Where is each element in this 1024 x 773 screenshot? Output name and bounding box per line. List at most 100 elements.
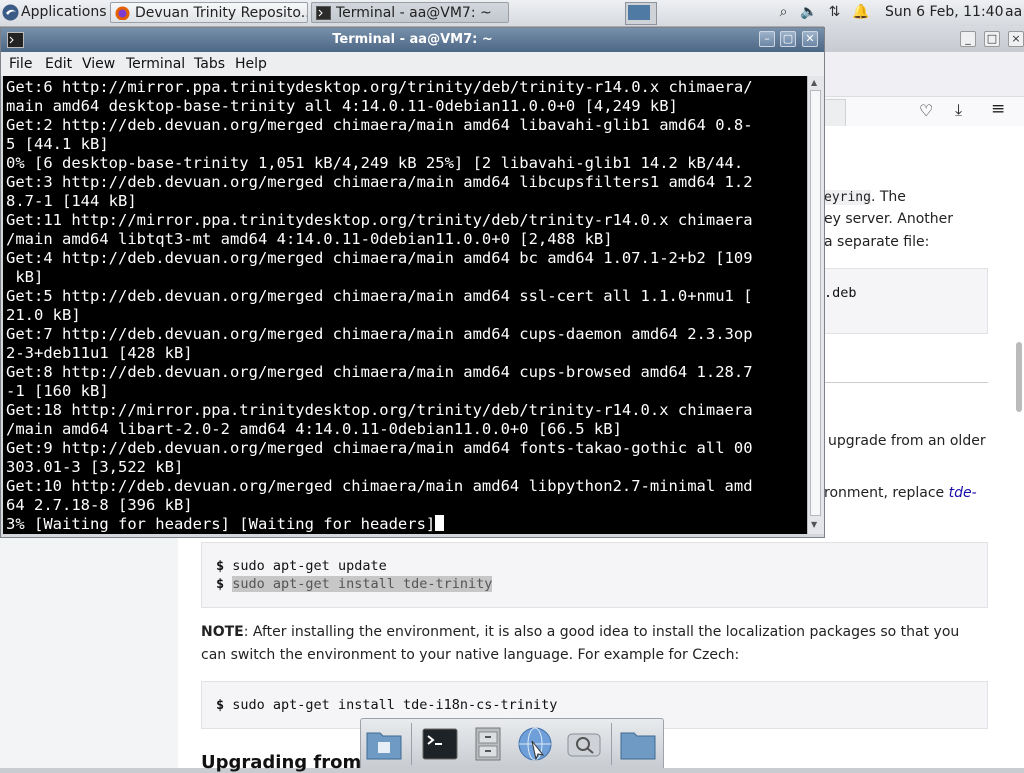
- browser-titlebar: _ □ ×: [824, 26, 1024, 52]
- section-heading-upgrading: Upgrading from: [201, 752, 362, 773]
- minimize-button[interactable]: –: [759, 31, 775, 47]
- command-text-selected[interactable]: sudo apt-get install tde-trinity: [232, 576, 493, 592]
- terminal-menubar: File Edit View Terminal Tabs Help: [1, 52, 824, 76]
- search-icon[interactable]: ⌕: [775, 4, 792, 21]
- bottom-dock: [360, 718, 664, 768]
- menu-help[interactable]: Help: [235, 56, 267, 72]
- note-label: NOTE: [201, 624, 244, 640]
- note-text-1: : After installing the environment, it i…: [243, 624, 960, 640]
- menu-tabs[interactable]: Tabs: [194, 56, 225, 72]
- partial-text-environment: ronment, replace: [824, 485, 949, 501]
- terminal-line: Get:2 http://deb.devuan.org/merged chima…: [6, 116, 753, 134]
- terminal-line: /main amd64 libart-2.0-2 amd64 4:14.0.11…: [6, 420, 622, 438]
- search-app-icon[interactable]: [565, 725, 603, 763]
- partial-code-box: .deb: [798, 268, 988, 334]
- deb-code-text: .deb: [824, 285, 857, 301]
- terminal-line: 8.7-1 [144 kB]: [6, 192, 137, 210]
- user-name[interactable]: aa: [1005, 4, 1022, 20]
- home-folder-icon[interactable]: [365, 725, 403, 763]
- partial-text-upgrade: upgrade from an older: [828, 433, 986, 449]
- terminal-line: /main amd64 libtqt3-mt amd64 4:14.0.11-0…: [6, 230, 613, 248]
- prompt-symbol: $: [216, 576, 225, 592]
- terminal-line: 3% [Waiting for headers] [Waiting for he…: [6, 515, 445, 534]
- menu-edit[interactable]: Edit: [45, 56, 72, 72]
- prompt-symbol: $: [216, 697, 225, 713]
- tde-link[interactable]: tde-: [949, 485, 977, 501]
- terminal-output[interactable]: Get:6 http://mirror.ppa.trinitydesktop.o…: [3, 76, 807, 534]
- terminal-line: 0% [6 desktop-base-trinity 1,051 kB/4,24…: [6, 154, 744, 172]
- keyring-after-text: . The: [870, 189, 906, 205]
- prompt-symbol: $: [216, 558, 225, 574]
- workspace-switcher[interactable]: [625, 2, 657, 25]
- close-button[interactable]: ✕: [802, 31, 818, 47]
- browser-toolbar: ♡ ⤓ ≡: [824, 96, 1024, 127]
- workspace-1[interactable]: [628, 5, 650, 20]
- code-line: $ sudo apt-get update: [216, 558, 387, 574]
- terminal-line: Get:6 http://mirror.ppa.trinitydesktop.o…: [6, 78, 753, 96]
- terminal-line: Get:9 http://deb.devuan.org/merged chima…: [6, 439, 753, 457]
- terminal-line: Get:11 http://mirror.ppa.trinitydesktop.…: [6, 211, 753, 229]
- terminal-line: 5 [44.1 kB]: [6, 135, 109, 153]
- menu-terminal[interactable]: Terminal: [126, 56, 185, 72]
- menu-file[interactable]: File: [9, 56, 32, 72]
- terminal-line: 2-3+deb11u1 [428 kB]: [6, 344, 193, 362]
- minimize-button[interactable]: _: [960, 31, 976, 47]
- scroll-up-arrow-icon[interactable]: ▲: [811, 78, 817, 87]
- code-line: $ sudo apt-get install tde-i18n-cs-trini…: [216, 697, 557, 713]
- terminal-line: 21.0 kB]: [6, 306, 81, 324]
- download-icon[interactable]: ⤓: [955, 100, 962, 120]
- terminal-line: Get:8 http://deb.devuan.org/merged chima…: [6, 363, 753, 381]
- close-button[interactable]: ×: [1008, 31, 1024, 47]
- folder-icon[interactable]: [619, 725, 657, 763]
- top-panel: Applications Devuan Trinity Reposito... …: [0, 0, 1024, 27]
- task-terminal-label: Terminal - aa@VM7: ~: [336, 5, 492, 21]
- applications-menu-button[interactable]: Applications: [2, 2, 106, 23]
- keyring-code: eyring: [824, 190, 871, 205]
- terminal-titlebar[interactable]: Terminal - aa@VM7: ~ – ▢ ✕: [1, 28, 824, 52]
- code-block-install: $ sudo apt-get update $ sudo apt-get ins…: [201, 542, 988, 608]
- task-browser[interactable]: Devuan Trinity Reposito...: [110, 2, 308, 23]
- maximize-button[interactable]: □: [984, 31, 1000, 47]
- terminal-line: -1 [160 kB]: [6, 382, 109, 400]
- terminal-launcher-icon[interactable]: [421, 725, 459, 763]
- task-terminal[interactable]: Terminal - aa@VM7: ~: [311, 2, 509, 23]
- terminal-line: Get:18 http://mirror.ppa.trinitydesktop.…: [6, 401, 753, 419]
- scrollbar-thumb[interactable]: [810, 90, 821, 516]
- task-browser-label: Devuan Trinity Reposito...: [135, 5, 308, 21]
- note-paragraph: NOTE: After installing the environment, …: [201, 621, 1001, 667]
- network-icon[interactable]: ⇅: [826, 4, 843, 21]
- partial-text-line3: a separate file:: [824, 234, 930, 250]
- terminal-line-text: 3% [Waiting for headers] [Waiting for he…: [6, 515, 436, 533]
- maximize-button[interactable]: ▢: [780, 31, 796, 47]
- terminal-line: Get:4 http://deb.devuan.org/merged chima…: [6, 249, 753, 267]
- firefox-icon: [115, 6, 130, 20]
- clock[interactable]: Sun 6 Feb, 11:40: [885, 4, 1003, 20]
- terminal-line: Get:7 http://deb.devuan.org/merged chima…: [6, 325, 753, 343]
- scroll-down-arrow-icon[interactable]: ▼: [811, 520, 817, 529]
- browser-window: _ □ × ♡ ⤓ ≡: [824, 26, 1024, 127]
- menu-view[interactable]: View: [82, 56, 115, 72]
- web-browser-globe-icon[interactable]: [516, 725, 554, 763]
- bookmark-star-icon[interactable]: [824, 99, 846, 127]
- command-text: sudo apt-get install tde-i18n-cs-trinity: [232, 697, 558, 713]
- notification-bell-icon[interactable]: 🔔: [852, 4, 869, 21]
- code-line: $ sudo apt-get install tde-trinity: [216, 576, 493, 592]
- terminal-cursor: [435, 515, 445, 531]
- terminal-title: Terminal - aa@VM7: ~: [332, 32, 493, 47]
- terminal-line: Get:3 http://deb.devuan.org/merged chima…: [6, 173, 753, 191]
- volume-icon[interactable]: 🔈: [800, 4, 817, 21]
- pocket-icon[interactable]: ♡: [919, 101, 933, 120]
- terminal-icon: [316, 6, 331, 20]
- terminal-scrollbar[interactable]: ▲ ▼: [807, 76, 824, 534]
- terminal-line: Get:10 http://deb.devuan.org/merged chim…: [6, 477, 753, 495]
- terminal-line: main amd64 desktop-base-trinity all 4:14…: [6, 97, 678, 115]
- applications-label: Applications: [21, 4, 106, 20]
- terminal-line: 303.01-3 [3,522 kB]: [6, 458, 184, 476]
- page-scrollbar-thumb[interactable]: [1016, 342, 1022, 412]
- file-cabinet-icon[interactable]: [469, 725, 507, 763]
- dock-separator: [611, 723, 612, 765]
- menu-icon[interactable]: ≡: [991, 99, 1005, 119]
- terminal-line: kB]: [6, 268, 44, 286]
- note-text-2: can switch the environment to your nativ…: [201, 647, 740, 663]
- command-text: sudo apt-get update: [232, 558, 387, 574]
